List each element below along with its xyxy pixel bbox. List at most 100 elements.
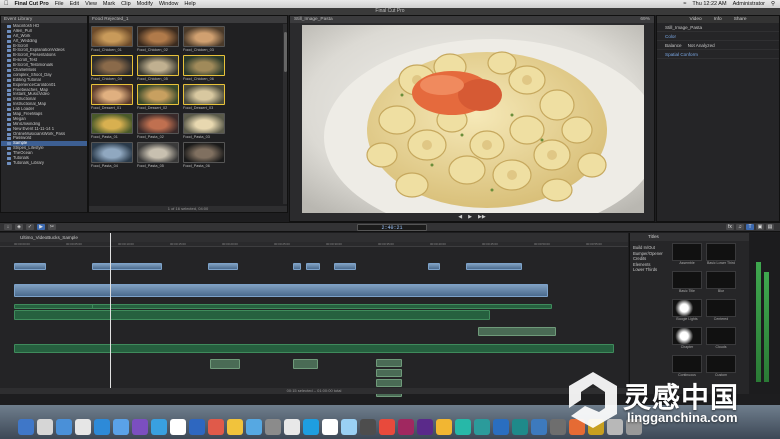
clip-thumbnail[interactable]: Food_Chicken_03 <box>183 26 225 53</box>
clip-thumbnail[interactable]: Food_Pasta_02 <box>137 113 179 140</box>
clip-thumbnail[interactable]: Food_Dessert_02 <box>137 84 179 111</box>
inspector-balance[interactable]: Balance Not Analyzed <box>657 41 779 50</box>
menu-mark[interactable]: Mark <box>103 1 115 7</box>
dock-app-icon[interactable] <box>303 419 319 435</box>
dock-app-icon[interactable] <box>151 419 167 435</box>
clip-thumbnail[interactable]: Food_Pasta_01 <box>91 113 133 140</box>
fx-button[interactable]: fx <box>726 224 734 230</box>
library-item[interactable]: Tutorials_Library <box>1 161 87 166</box>
dock-app-icon[interactable] <box>94 419 110 435</box>
dock-app-icon[interactable] <box>227 419 243 435</box>
menu-modify[interactable]: Modify <box>137 1 153 7</box>
timeline-clip[interactable] <box>208 263 238 270</box>
play-button[interactable]: ▶ <box>468 214 472 220</box>
viewer-video-frame[interactable] <box>302 25 644 213</box>
timeline-clip[interactable] <box>92 304 552 309</box>
dock-app-icon[interactable] <box>398 419 414 435</box>
clip-thumbnail[interactable]: Food_Dessert_03 <box>183 84 225 111</box>
menu-clock[interactable]: Thu 12:22 AM <box>692 1 726 7</box>
blade-tool-button[interactable]: ✂ <box>48 224 56 230</box>
menu-edit[interactable]: Edit <box>70 1 79 7</box>
clip-thumbnail[interactable]: Food_Chicken_01 <box>91 26 133 53</box>
dock-app-icon[interactable] <box>512 419 528 435</box>
dock-app-icon[interactable] <box>360 419 376 435</box>
title-template[interactable]: Basic Lower Third <box>706 243 736 266</box>
menu-file[interactable]: File <box>55 1 64 7</box>
clip-thumbnail[interactable]: Food_Pasta_03 <box>183 113 225 140</box>
forward-button[interactable]: ▶▶ <box>478 214 486 220</box>
timeline-clip[interactable] <box>92 263 162 270</box>
import-button[interactable]: ↓ <box>4 224 12 230</box>
select-tool-button[interactable]: ▶ <box>37 224 45 230</box>
timeline-clip[interactable] <box>14 310 490 320</box>
timeline-clip[interactable] <box>466 263 522 270</box>
dock-app-icon[interactable] <box>550 419 566 435</box>
tab-share[interactable]: Share <box>734 16 747 23</box>
clip-thumbnail[interactable]: Food_Pasta_05 <box>137 142 179 169</box>
timeline-ruler[interactable]: 00:00:00:00 00:00:05:00 00:00:10:00 00:00:1… <box>0 242 628 247</box>
timeline-clip[interactable] <box>14 284 548 297</box>
music-button[interactable]: ♫ <box>736 224 744 230</box>
clip-thumbnail[interactable]: Food_Chicken_06 <box>183 55 225 82</box>
timeline-clip[interactable] <box>376 379 402 387</box>
menu-clip[interactable]: Clip <box>121 1 130 7</box>
title-template[interactable]: Clouds <box>706 327 736 350</box>
rewind-button[interactable]: ◀ <box>458 214 462 220</box>
title-template[interactable]: Assemble <box>672 243 702 266</box>
clip-thumbnail[interactable]: Food_Chicken_05 <box>137 55 179 82</box>
timeline[interactable]: Ultimo_VideoBucks_Sample 00:00:00:00 00:0… <box>0 233 628 397</box>
dock-app-icon[interactable] <box>113 419 129 435</box>
title-template[interactable]: Chapter <box>672 327 702 350</box>
title-template[interactable]: Centered <box>706 299 736 322</box>
dock-app-icon[interactable] <box>322 419 338 435</box>
timeline-clip[interactable] <box>14 304 94 309</box>
dock-app-icon[interactable] <box>284 419 300 435</box>
dock-app-icon[interactable] <box>436 419 452 435</box>
dock-app-icon[interactable] <box>132 419 148 435</box>
timeline-clip[interactable] <box>376 369 402 377</box>
dock-app-icon[interactable] <box>417 419 433 435</box>
dock-app-icon[interactable] <box>18 419 34 435</box>
playhead[interactable] <box>110 233 111 388</box>
apple-icon[interactable]:  <box>4 1 9 7</box>
wifi-icon[interactable]: ≈ <box>683 1 686 7</box>
timeline-clip[interactable] <box>293 263 301 270</box>
timeline-clip[interactable] <box>478 327 556 336</box>
title-template[interactable]: Boogie Lights <box>672 299 702 322</box>
timeline-clip[interactable] <box>14 263 46 270</box>
dock-app-icon[interactable] <box>37 419 53 435</box>
dock-app-icon[interactable] <box>265 419 281 435</box>
titles-category[interactable]: Lower Thirds <box>630 267 670 273</box>
timeline-clip[interactable] <box>293 359 318 369</box>
menu-view[interactable]: View <box>85 1 97 7</box>
dock-app-icon[interactable] <box>474 419 490 435</box>
title-template[interactable]: Blur <box>706 271 736 294</box>
dock-app-icon[interactable] <box>341 419 357 435</box>
tab-info[interactable]: Info <box>714 16 722 23</box>
dock-app-icon[interactable] <box>208 419 224 435</box>
keyword-button[interactable]: ◈ <box>15 224 23 230</box>
timeline-clip[interactable] <box>210 359 240 369</box>
generators-button[interactable]: ▣ <box>756 224 764 230</box>
dock-app-icon[interactable] <box>531 419 547 435</box>
menu-app-name[interactable]: Final Cut Pro <box>15 1 49 7</box>
titles-button[interactable]: T <box>746 224 754 230</box>
timeline-clip[interactable] <box>14 344 614 353</box>
dock-app-icon[interactable] <box>246 419 262 435</box>
menu-user[interactable]: Administrator <box>733 1 765 7</box>
inspector-color[interactable]: Color <box>657 32 779 41</box>
viewer-zoom[interactable]: 69% <box>640 16 650 23</box>
timeline-clip[interactable] <box>376 359 402 367</box>
clip-thumbnail[interactable]: Food_Pasta_04 <box>91 142 133 169</box>
themes-button[interactable]: ▤ <box>766 224 774 230</box>
timeline-clip[interactable] <box>428 263 440 270</box>
clip-thumbnail[interactable]: Food_Chicken_02 <box>137 26 179 53</box>
clip-thumbnail[interactable]: Food_Pasta_06 <box>183 142 225 169</box>
dock-app-icon[interactable] <box>75 419 91 435</box>
timeline-clip[interactable] <box>334 263 356 270</box>
inspector-spatial-conform[interactable]: Spatial Conform <box>657 50 779 59</box>
title-template[interactable]: Basic Title <box>672 271 702 294</box>
dock-app-icon[interactable] <box>189 419 205 435</box>
timeline-clip[interactable] <box>306 263 320 270</box>
dock-app-icon[interactable] <box>455 419 471 435</box>
